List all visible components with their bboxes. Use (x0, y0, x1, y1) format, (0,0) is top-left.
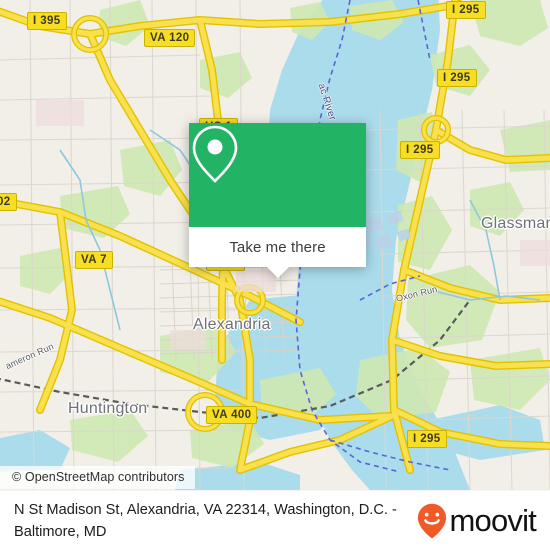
moovit-brand[interactable]: moovit (417, 503, 537, 539)
map-attribution[interactable]: © OpenStreetMap contributors (0, 466, 195, 489)
moovit-smiley-pin-icon (418, 503, 447, 538)
address-label: N St Madison St, Alexandria, VA 22314, W… (14, 501, 397, 540)
map-canvas[interactable]: Alexandria Huntington Glassmanor ac Rive… (0, 0, 550, 490)
poi-callout-card[interactable]: Take me there (189, 123, 366, 278)
footer-bar: N St Madison St, Alexandria, VA 22314, W… (0, 490, 550, 550)
take-me-there-label: Take me there (229, 238, 326, 256)
moovit-wordmark: moovit (449, 503, 536, 538)
attribution-text: © OpenStreetMap contributors (12, 470, 185, 484)
take-me-there-button[interactable]: Take me there (189, 227, 366, 267)
map-pin-icon (192, 125, 238, 183)
poi-card-pointer (266, 267, 289, 278)
poi-card-header (189, 123, 366, 227)
moovit-map-screenshot: Alexandria Huntington Glassmanor ac Rive… (0, 0, 550, 550)
